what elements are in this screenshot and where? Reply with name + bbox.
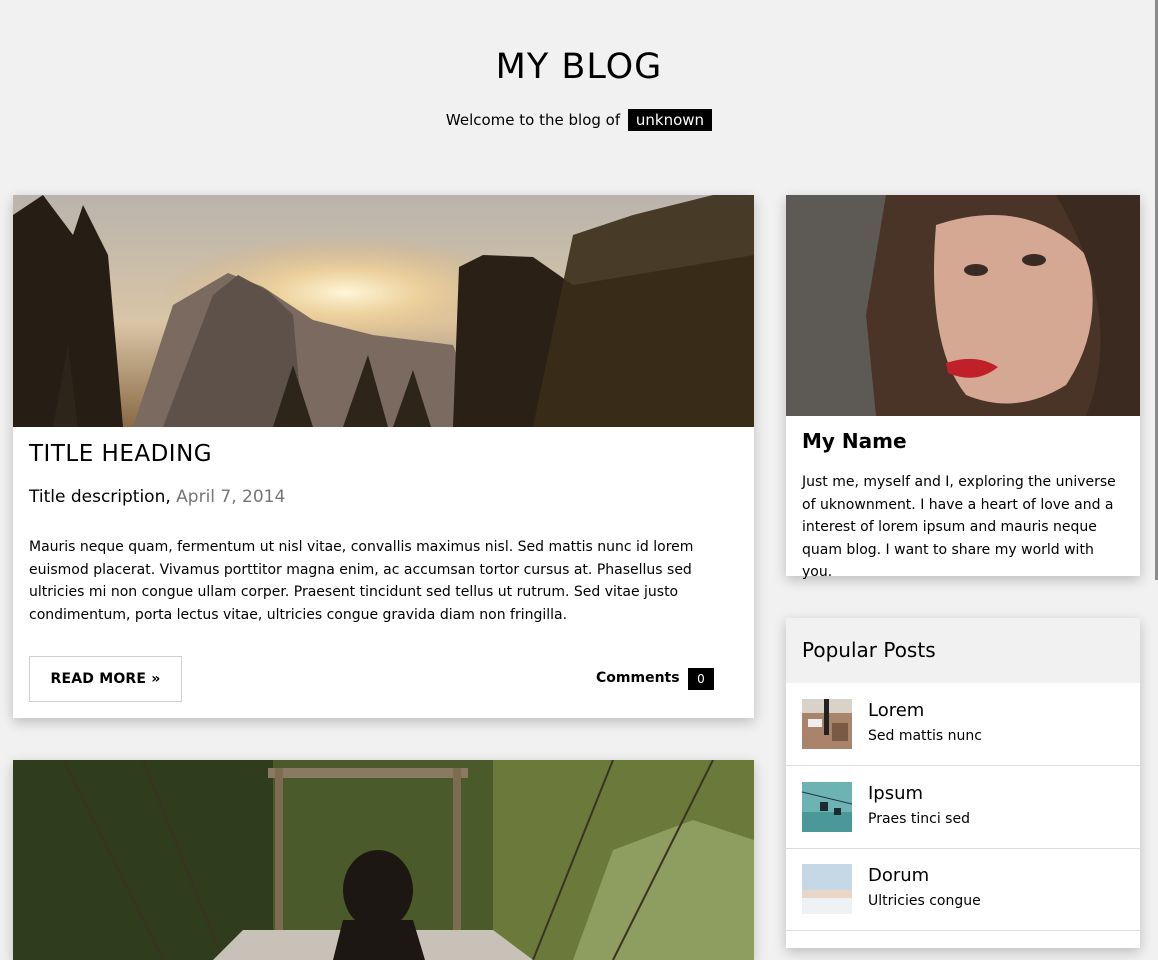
popular-post-title: Ipsum	[868, 783, 924, 804]
popular-post-thumbnail	[802, 699, 852, 749]
popular-posts-header: Popular Posts	[786, 618, 1140, 683]
popular-post-subtitle: Ultricies congue	[868, 893, 981, 909]
welcome-text: Welcome to the blog of	[445, 111, 621, 129]
site-title: MY BLOG	[495, 47, 663, 87]
profile-name: My Name	[802, 429, 907, 453]
popular-post-thumbnail	[801, 782, 853, 832]
popular-post-thumbnail	[802, 864, 852, 914]
popular-post-subtitle: Sed mattis nunc	[868, 728, 982, 744]
profile-photo	[786, 195, 1140, 416]
popular-post-subtitle: Praes tinci sed	[868, 811, 970, 827]
post-description: Title description,	[29, 487, 171, 507]
post-hero-image	[13, 760, 754, 960]
comment-count-badge: 0	[688, 668, 714, 690]
popular-post-item[interactable]: Lorem Sed mattis nunc	[786, 683, 1140, 766]
post-hero-image	[13, 195, 754, 427]
profile-bio: Just me, myself and I, exploring the uni…	[802, 474, 1116, 580]
welcome-line: Welcome to the blog of unknown	[0, 109, 1158, 131]
comments-link[interactable]: Comments	[596, 667, 680, 689]
popular-post-item[interactable]: Dorum Ultricies congue	[786, 848, 1140, 931]
post-body: Mauris neque quam, fermentum ut nisl vit…	[29, 539, 694, 623]
owner-tag: unknown	[627, 109, 713, 131]
post-title: TITLE HEADING	[29, 441, 213, 467]
popular-post-title: Lorem	[868, 700, 925, 721]
read-more-button[interactable]: READ MORE »	[29, 656, 182, 702]
post-date: April 7, 2014	[176, 487, 286, 507]
popular-posts-title: Popular Posts	[802, 638, 936, 662]
popular-post-item[interactable]: Ipsum Praes tinci sed	[786, 766, 1140, 849]
post-subtitle: Title description, April 7, 2014	[29, 484, 285, 510]
profile-card: My Name Just me, myself and I, exploring…	[786, 195, 1140, 580]
blog-post-card	[13, 760, 754, 960]
popular-post-title: Dorum	[868, 865, 930, 886]
blog-post-card: TITLE HEADING Title description, April 7…	[13, 195, 754, 718]
popular-posts-card: Popular Posts Lorem Sed mattis nunc Ipsu…	[786, 618, 1140, 948]
